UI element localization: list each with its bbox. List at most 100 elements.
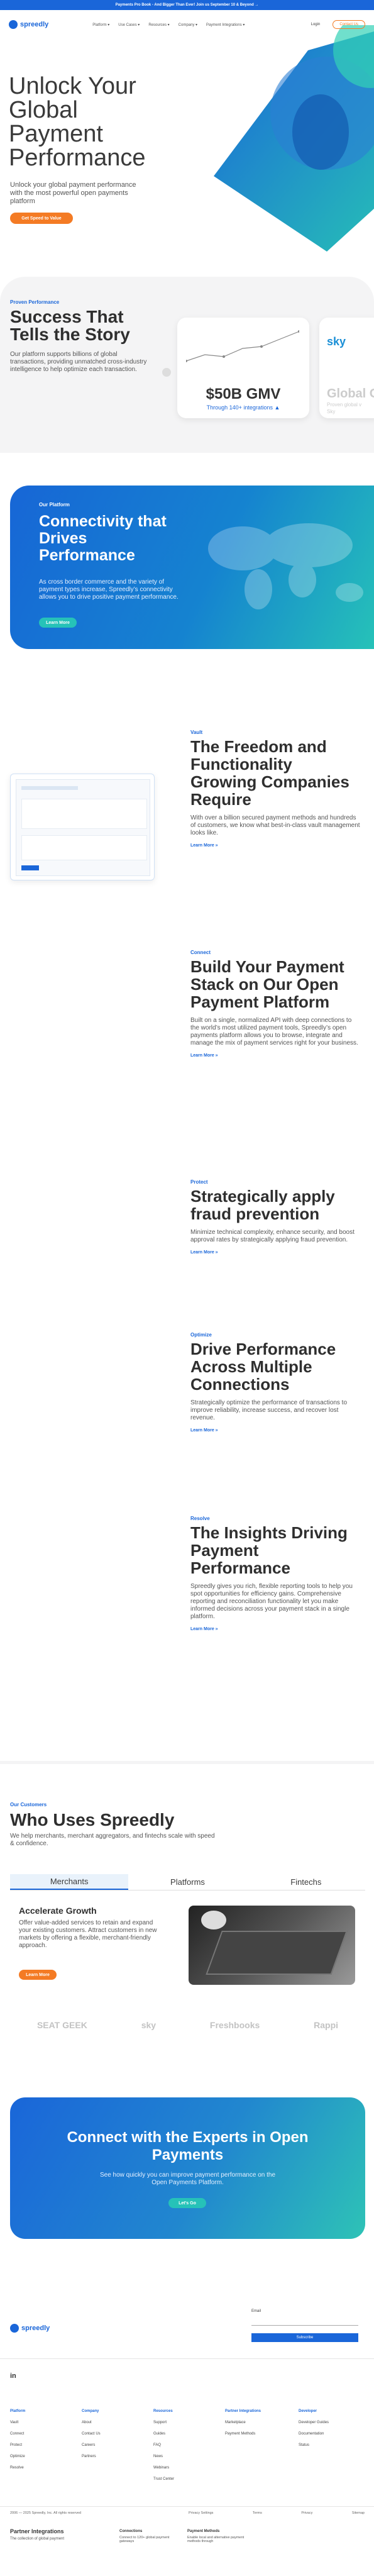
hero-cta-button[interactable]: Get Speed to Value — [10, 213, 73, 224]
feature-resolve: Resolve The Insights Driving Payment Per… — [190, 1516, 360, 1631]
footer-logo[interactable]: spreedly — [10, 2324, 50, 2333]
footer-link[interactable]: Documentation — [299, 2428, 329, 2440]
hero-subtitle: Unlock your global payment performance w… — [10, 181, 136, 205]
feature-learn-more[interactable]: Learn More » — [190, 1627, 360, 1631]
proof-body: Our platform supports billions of global… — [10, 351, 147, 373]
footer-link[interactable]: Support — [153, 2417, 174, 2428]
footer-link[interactable]: FAQ — [153, 2440, 174, 2451]
screenshot-bar — [21, 786, 78, 790]
cta-banner: Connect with the Experts in Open Payment… — [10, 2097, 365, 2239]
feature-title: The Freedom and Functionality Growing Co… — [190, 737, 349, 809]
footer-brand-name: spreedly — [21, 2324, 50, 2332]
feature-title: Strategically apply fraud prevention — [190, 1187, 335, 1223]
screenshot-button — [21, 865, 39, 870]
email-label: Email — [251, 2309, 261, 2313]
cup-shape — [201, 1911, 226, 1929]
footer-link[interactable]: Vault — [10, 2417, 25, 2428]
footer-link[interactable]: Webinars — [153, 2462, 174, 2473]
nav-use-cases[interactable]: Use Cases ▾ — [118, 23, 140, 27]
panel-title: Accelerate Growth — [19, 1906, 97, 1916]
footer-link[interactable]: Careers — [82, 2440, 101, 2451]
footer-link[interactable]: Resolve — [10, 2462, 25, 2473]
sky-logo: sky — [141, 2020, 157, 2030]
panel-body: Offer value-added services to retain and… — [19, 1919, 157, 1949]
footer-link[interactable]: News — [153, 2451, 174, 2462]
footer-col-title: Company — [82, 2409, 99, 2413]
footer-link[interactable]: Connect — [10, 2428, 25, 2440]
connectivity-title: Connectivity that Drives Performance — [39, 513, 167, 564]
footer-col-partner-integrations: Partner Integrations Marketplace Payment… — [225, 2406, 261, 2440]
stat-subtext: Through 140+ integrations ▲ — [206, 404, 280, 411]
world-map-graphic — [208, 523, 363, 609]
footer-link[interactable]: Optimize — [10, 2451, 25, 2462]
contact-us-button[interactable]: Contact Us — [333, 20, 365, 29]
tab-fintechs[interactable]: Fintechs — [247, 1874, 365, 1890]
footer-link[interactable]: Partners — [82, 2451, 101, 2462]
connectivity-learn-more[interactable]: Learn More — [39, 618, 77, 628]
footer-link[interactable]: Protect — [10, 2440, 25, 2451]
hero-title: Unlock Your Global Payment Performance — [9, 73, 146, 171]
tab-merchants[interactable]: Merchants — [10, 1874, 129, 1890]
vault-product-screenshot — [10, 774, 155, 880]
login-link[interactable]: Login — [311, 23, 321, 26]
privacy-link[interactable]: Privacy — [301, 2511, 312, 2515]
panel-learn-more[interactable]: Learn More — [19, 1970, 57, 1980]
subscribe-button[interactable]: Subscribe — [251, 2333, 358, 2342]
feature-body: With over a billion secured payment meth… — [190, 814, 360, 836]
stat2-value: Global O — [327, 387, 374, 401]
proof-eyebrow: Proven Performance — [10, 299, 60, 305]
terms-link[interactable]: Terms — [253, 2511, 262, 2515]
feature-learn-more[interactable]: Learn More » — [190, 1428, 360, 1433]
cta-body: See how quickly you can improve payment … — [99, 2172, 276, 2186]
feature-body: Strategically optimize the performance o… — [190, 1399, 348, 1421]
nav-platform[interactable]: Platform ▾ — [92, 23, 109, 27]
connections-title: Connections — [119, 2529, 143, 2533]
footer-divider — [0, 2358, 374, 2359]
brand-logo[interactable]: spreedly — [9, 20, 48, 29]
email-input[interactable] — [251, 2317, 358, 2326]
feature-learn-more[interactable]: Learn More » — [190, 843, 360, 848]
sitemap-link[interactable]: Sitemap — [352, 2511, 365, 2515]
footer-link[interactable]: Guides — [153, 2428, 174, 2440]
footer-col-title: Platform — [10, 2409, 26, 2413]
customers-title: Who Uses Spreedly — [10, 1810, 175, 1829]
carousel-prev-button[interactable] — [162, 368, 171, 377]
logo-icon — [10, 2324, 19, 2333]
screenshot-panel — [16, 779, 150, 876]
footer-link[interactable]: Status — [299, 2440, 329, 2451]
footer-link[interactable]: About — [82, 2417, 101, 2428]
growth-line-graphic — [186, 330, 299, 362]
footer-col-title: Developer — [299, 2409, 317, 2413]
privacy-settings-link[interactable]: Privacy Settings — [189, 2511, 213, 2515]
stat2-sub2: Sky — [327, 409, 336, 414]
cta-button[interactable]: Let's Go — [168, 2198, 206, 2208]
linkedin-icon[interactable]: in — [10, 2372, 16, 2380]
stat2-sub: Proven global v — [327, 402, 362, 408]
customer-logos: SEAT GEEK sky Freshbooks Rappi — [10, 2020, 365, 2030]
feature-title: Drive Performance Across Multiple Connec… — [190, 1340, 336, 1394]
connections-body: Connect to 120+ global payment gateways — [119, 2536, 170, 2543]
nav-resources[interactable]: Resources ▾ — [148, 23, 169, 27]
nav-payment-integrations[interactable]: Payment Integrations ▾ — [206, 23, 245, 27]
footer-link[interactable]: Contact Us — [82, 2428, 101, 2440]
feature-learn-more[interactable]: Learn More » — [190, 1053, 360, 1058]
feature-body: Minimize technical complexity, enhance s… — [190, 1229, 355, 1243]
customers-eyebrow: Our Customers — [10, 1802, 47, 1807]
screenshot-form — [21, 799, 147, 829]
feature-title: The Insights Driving Payment Performance — [190, 1523, 348, 1577]
feature-eyebrow: Resolve — [190, 1516, 210, 1521]
footer-link[interactable]: Trust Center — [153, 2473, 174, 2485]
feature-learn-more[interactable]: Learn More » — [190, 1250, 360, 1255]
payment-methods-title: Payment Methods — [187, 2529, 220, 2533]
footer-link[interactable]: Developer Guides — [299, 2417, 329, 2428]
footer-link[interactable]: Payment Methods — [225, 2428, 261, 2440]
connectivity-banner: Our Platform Connectivity that Drives Pe… — [10, 486, 374, 649]
tab-platforms[interactable]: Platforms — [128, 1874, 246, 1890]
customers-body: We help merchants, merchant aggregators,… — [10, 1833, 215, 1847]
legal-divider — [0, 2506, 374, 2507]
nav-company[interactable]: Company ▾ — [179, 23, 197, 27]
laptop-shape — [206, 1931, 348, 1975]
footer-link[interactable]: Marketplace — [225, 2417, 261, 2428]
partner-title: Partner Integrations — [10, 2528, 64, 2534]
footer-col-developer: Developer Developer Guides Documentation… — [299, 2406, 329, 2451]
